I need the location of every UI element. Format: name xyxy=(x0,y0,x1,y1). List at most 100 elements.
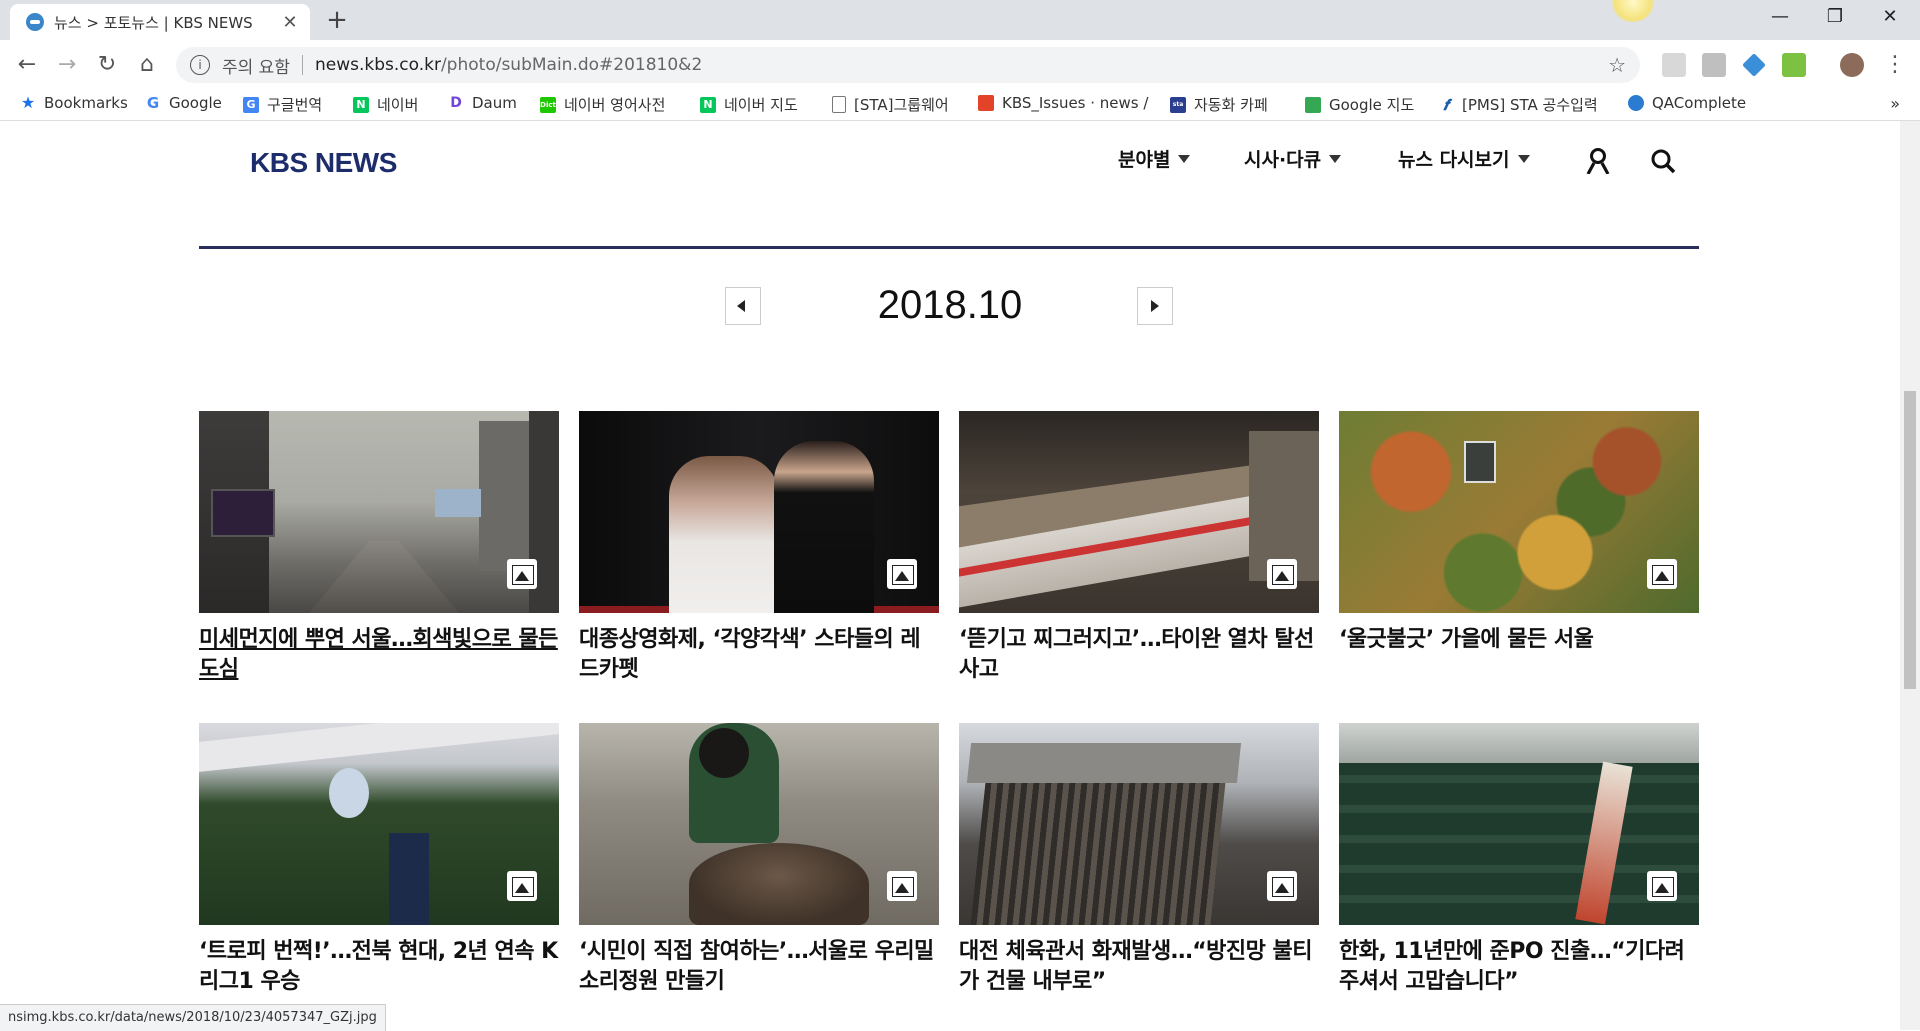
bookmark-star-icon[interactable]: ☆ xyxy=(1608,53,1626,77)
photo-icon xyxy=(1647,559,1677,589)
page-icon xyxy=(832,96,846,113)
photo-card[interactable]: 미세먼지에 뿌연 서울…회색빛으로 물든 도심 xyxy=(199,411,559,685)
bookmark-item[interactable]: G 구글번역 xyxy=(243,94,322,115)
bookmark-item[interactable]: N 네이버 xyxy=(353,94,418,115)
address-bar[interactable]: i 주의 요함 news.kbs.co.kr/photo/subMain.do#… xyxy=(176,47,1640,83)
forward-icon[interactable]: → xyxy=(52,50,82,80)
menu-news-replay[interactable]: 뉴스 다시보기 xyxy=(1398,145,1530,172)
month-navigator: 2018.10 xyxy=(725,283,1175,327)
info-icon[interactable]: i xyxy=(190,55,210,75)
extension-screen-icon[interactable] xyxy=(1662,53,1686,77)
photo-thumbnail-hanwha-seats[interactable] xyxy=(1339,723,1699,925)
caret-down-icon xyxy=(1178,154,1191,163)
menu-category[interactable]: 분야별 xyxy=(1118,145,1191,172)
bookmark-item[interactable]: Dict 네이버 영어사전 xyxy=(540,94,665,115)
bookmark-label: 구글번역 xyxy=(267,96,323,114)
bookmark-label: Bookmarks xyxy=(44,94,128,112)
kbs-news-logo[interactable]: KBS NEWS xyxy=(250,147,397,179)
photo-thumbnail-jeonbuk-trophy[interactable] xyxy=(199,723,559,925)
bookmark-label: 네이버 xyxy=(377,96,419,114)
photo-thumbnail-smog-seoul[interactable] xyxy=(199,411,559,613)
photo-card[interactable]: 한화, 11년만에 준PO 진출…“기다려주셔서 고맙습니다” xyxy=(1339,723,1699,997)
photo-news-section: 2018.10 미세먼지에 뿌연 서울…회색빛으로 물든 도심 대종상영화제, … xyxy=(0,195,1900,1030)
next-month-button[interactable] xyxy=(1137,287,1173,325)
bookmark-item[interactable]: sta 자동화 카페 xyxy=(1170,94,1268,115)
bookmark-item[interactable]: [STA]그룹웨어 xyxy=(832,94,949,115)
bookmark-item[interactable]: G Google xyxy=(145,94,222,112)
bookmark-label: 네이버 영어사전 xyxy=(564,96,666,114)
close-window-button[interactable]: ✕ xyxy=(1870,6,1910,34)
photo-thumbnail-autumn-seoul[interactable] xyxy=(1339,411,1699,613)
photo-caption[interactable]: ‘시민이 직접 참여하는’…서울로 우리밀 소리정원 만들기 xyxy=(579,937,939,997)
photo-card[interactable]: ‘울긋불긋’ 가을에 물든 서울 xyxy=(1339,411,1699,655)
menu-current-affairs[interactable]: 시사·다큐 xyxy=(1244,145,1342,172)
extension-diamond-icon[interactable] xyxy=(1742,53,1766,77)
caret-down-icon xyxy=(1517,154,1530,163)
photo-thumbnail-gym-fire[interactable] xyxy=(959,723,1319,925)
page-scrollbar[interactable] xyxy=(1900,121,1920,1030)
user-icon[interactable] xyxy=(1586,148,1610,174)
home-icon[interactable]: ⌂ xyxy=(132,50,162,80)
scrollbar-thumb[interactable] xyxy=(1904,391,1916,689)
pms-icon: 𝒇 xyxy=(1443,95,1449,114)
bookmark-label: Google xyxy=(169,94,222,112)
photo-thumbnail-train-derailment[interactable] xyxy=(959,411,1319,613)
photo-icon xyxy=(887,871,917,901)
photo-thumbnail-red-carpet[interactable] xyxy=(579,411,939,613)
translate-icon: G xyxy=(243,96,259,113)
search-icon[interactable] xyxy=(1650,148,1676,174)
photo-thumbnail-wheat-garden[interactable] xyxy=(579,723,939,925)
prev-month-button[interactable] xyxy=(725,287,761,325)
photo-card[interactable]: ‘시민이 직접 참여하는’…서울로 우리밀 소리정원 만들기 xyxy=(579,723,939,997)
reload-icon[interactable]: ↻ xyxy=(92,50,122,80)
photo-caption[interactable]: ‘트로피 번쩍!’…전북 현대, 2년 연속 K리그1 우승 xyxy=(199,937,559,997)
photo-caption[interactable]: ‘뜯기고 찌그러지고’…타이완 열차 탈선 사고 xyxy=(959,625,1319,685)
bookmark-item[interactable]: N 네이버 지도 xyxy=(700,94,798,115)
photo-card[interactable]: 대전 체육관서 화재발생…“방진망 불티가 건물 내부로” xyxy=(959,723,1319,997)
tab-title: 뉴스 > 포토뉴스 | KBS NEWS xyxy=(54,13,253,32)
extension-green-icon[interactable] xyxy=(1782,53,1806,77)
photo-icon xyxy=(507,559,537,589)
photo-card[interactable]: 대종상영화제, ‘각양각색’ 스타들의 레드카펫 xyxy=(579,411,939,685)
photo-caption[interactable]: 한화, 11년만에 준PO 진출…“기다려주셔서 고맙습니다” xyxy=(1339,937,1699,997)
close-tab-icon[interactable]: ✕ xyxy=(278,12,302,33)
photo-caption[interactable]: ‘울긋불긋’ 가을에 물든 서울 xyxy=(1339,625,1699,655)
browser-tab[interactable]: 뉴스 > 포토뉴스 | KBS NEWS ✕ xyxy=(10,4,310,40)
bookmark-label: [PMS] STA 공수입력 xyxy=(1462,96,1598,114)
photo-caption[interactable]: 대종상영화제, ‘각양각색’ 스타들의 레드카펫 xyxy=(579,625,939,685)
cafe-icon: sta xyxy=(1170,96,1186,113)
photo-card[interactable]: ‘트로피 번쩍!’…전북 현대, 2년 연속 K리그1 우승 xyxy=(199,723,559,997)
bookmark-label: KBS_Issues · news / xyxy=(1002,94,1149,112)
bookmark-item[interactable]: 𝒇 [PMS] STA 공수입력 xyxy=(1438,94,1598,115)
menu-label: 뉴스 다시보기 xyxy=(1398,149,1510,171)
photo-caption[interactable]: 대전 체육관서 화재발생…“방진망 불티가 건물 내부로” xyxy=(959,937,1319,997)
naver-icon: N xyxy=(700,96,716,113)
url-path: /photo/subMain.do#201810&2 xyxy=(440,55,703,75)
arrow-left-icon xyxy=(737,300,745,312)
photo-card[interactable]: ‘뜯기고 찌그러지고’…타이완 열차 탈선 사고 xyxy=(959,411,1319,685)
caret-down-icon xyxy=(1329,154,1342,163)
menu-kebab-icon[interactable]: ⋮ xyxy=(1880,50,1910,80)
bookmark-item[interactable]: KBS_Issues · news / xyxy=(978,94,1148,112)
bookmark-label: 자동화 카페 xyxy=(1194,96,1268,114)
extension-ex-icon[interactable] xyxy=(1702,53,1726,77)
bookmark-label: Google 지도 xyxy=(1329,96,1415,114)
bookmarks-more-button[interactable]: » xyxy=(1890,94,1900,113)
maximize-button[interactable]: ❐ xyxy=(1815,6,1855,34)
bookmark-label: 네이버 지도 xyxy=(724,96,798,114)
month-label: 2018.10 xyxy=(877,283,1023,327)
minimize-button[interactable]: — xyxy=(1760,6,1800,34)
bookmark-item[interactable]: D Daum xyxy=(448,94,517,112)
kbs-favicon-icon xyxy=(26,13,44,31)
new-tab-button[interactable]: + xyxy=(322,6,352,36)
bookmark-item[interactable]: ★ Bookmarks xyxy=(20,94,128,112)
maps-icon xyxy=(1305,96,1321,113)
bookmark-item[interactable]: QAComplete xyxy=(1628,94,1746,112)
bookmark-item[interactable]: Google 지도 xyxy=(1305,94,1414,115)
web-page: KBS NEWS 분야별 시사·다큐 뉴스 다시보기 2018.10 미세먼지에… xyxy=(0,121,1900,1030)
photo-caption[interactable]: 미세먼지에 뿌연 서울…회색빛으로 물든 도심 xyxy=(199,625,559,685)
back-icon[interactable]: ← xyxy=(12,50,42,80)
gitlab-icon xyxy=(978,95,994,111)
profile-avatar[interactable] xyxy=(1840,53,1864,77)
menu-label: 시사·다큐 xyxy=(1244,149,1322,171)
